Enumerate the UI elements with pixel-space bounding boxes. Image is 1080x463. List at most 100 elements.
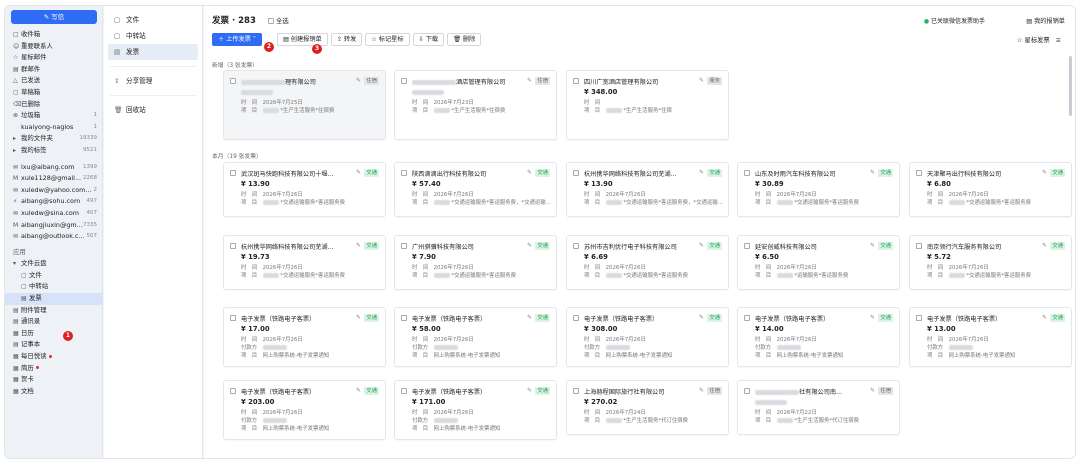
mailbox-item[interactable]: ⊗ 垃圾箱 1	[5, 110, 103, 122]
invoice-card[interactable]: 电子发票（铁路电子客票） ¥ 17.00 ✎ 交通时 间 2026年7月26日 付款方 …	[223, 307, 386, 367]
note-icon[interactable]: ✎	[356, 169, 361, 176]
invoice-card[interactable]: 电子发票（铁路电子客票） ¥ 308.00 ✎ 交通时 间 2026年7月26日 付款方…	[566, 307, 729, 367]
create-reimbursement-button[interactable]: ▤ 创建报销单	[276, 33, 328, 46]
note-icon[interactable]: ✎	[1042, 242, 1047, 249]
invoice-card[interactable]: 电子发票（铁路电子客票） ¥ 58.00 ✎ 交通时 间 2026年7月26日 付款方 …	[394, 307, 557, 367]
write-button[interactable]: ✎ 写信	[11, 10, 97, 24]
mailbox-item[interactable]: ⌫已删除	[5, 99, 103, 111]
my-reimbursement[interactable]: ▤ 我的报销单	[1026, 16, 1065, 25]
mailbox-item[interactable]: ⚡ aibang@sohu.com 497	[5, 196, 103, 208]
invoice-checkbox[interactable]	[573, 315, 579, 321]
invoice-checkbox[interactable]	[401, 170, 407, 176]
app-item[interactable]: ▦ 每日悦读	[5, 351, 103, 363]
invoice-card[interactable]: 电子发票（铁路电子客票） ¥ 171.00 ✎ 交通时 间 2026年7月26日 付款方…	[394, 380, 557, 440]
app-item[interactable]: ▦ 文档	[5, 386, 103, 398]
invoice-checkbox[interactable]	[916, 243, 922, 249]
note-icon[interactable]: ✎	[699, 242, 704, 249]
delete-button[interactable]: 🗑 删除	[447, 33, 482, 46]
note-icon[interactable]: ✎	[527, 242, 532, 249]
invoice-card[interactable]: 天津聚马出行科技有限公司 ¥ 6.80 ✎ 交通时 间 2026年7月26日项 目 *…	[909, 162, 1072, 217]
mailbox-item[interactable]: ✉ aibang@outlook.c... 507	[5, 231, 103, 243]
app-item[interactable]: ▤ 通讯录	[5, 316, 103, 328]
app-item[interactable]: ▢ 文件	[5, 270, 103, 282]
note-icon[interactable]: ✎	[527, 314, 532, 321]
upload-invoice-button[interactable]: ＋ 上传发票 ˅	[212, 33, 262, 46]
note-icon[interactable]: ✎	[870, 169, 875, 176]
mailbox-item[interactable]: △ 已发送	[5, 75, 103, 87]
invoice-card[interactable]: 四川广宽酒店管理有限公司 ¥ 348.00 ✎ 服务时 间 项 目 *生产生活服务*住…	[566, 70, 729, 140]
invoice-checkbox[interactable]	[916, 315, 922, 321]
invoice-checkbox[interactable]	[744, 243, 750, 249]
note-icon[interactable]: ✎	[527, 387, 532, 394]
mailbox-item[interactable]: ▸ 我的标签 9521	[5, 145, 103, 157]
invoice-card[interactable]: 上海赫程国际旅行社有限公司 ¥ 270.02 ✎ 住宿时 间 2026年7月24日项 …	[566, 380, 729, 435]
invoice-card[interactable]: 杭州携华网络科技有限公司芜湖... ¥ 19.73 ✎ 交通时 间 2026年7月26…	[223, 235, 386, 290]
mailbox-item[interactable]: ☆ 星标邮件	[5, 52, 103, 64]
download-button[interactable]: ⇩ 下载	[412, 33, 445, 46]
invoice-card[interactable]: 苏州市吉利优行电子科技有限公司 ¥ 6.69 ✎ 交通时 间 2026年7月26日项 …	[566, 235, 729, 290]
mailbox-item[interactable]: ✉ xuledw@yahoo.com... 2	[5, 185, 103, 197]
invoice-checkbox[interactable]	[573, 78, 579, 84]
forward-button[interactable]: ⇪ 转发	[330, 33, 363, 46]
share-management[interactable]: ⇪ 分享管理	[104, 73, 202, 89]
invoice-checkbox[interactable]	[744, 388, 750, 394]
invoice-card[interactable]: 广州骐骥科技有限公司 ¥ 7.90 ✎ 交通时 间 2026年7月26日项 目 *交通…	[394, 235, 557, 290]
invoice-card[interactable]: 电子发票（铁路电子客票） ¥ 203.00 ✎ 交通时 间 2026年7月26日 付款方…	[223, 380, 386, 440]
note-icon[interactable]: ✎	[356, 387, 361, 394]
invoice-checkbox[interactable]	[573, 170, 579, 176]
star-filter[interactable]: ☆ 星标发票 ≡	[1017, 35, 1061, 44]
invoice-checkbox[interactable]	[573, 388, 579, 394]
star-button[interactable]: ☆ 标记星标	[365, 33, 410, 46]
invoice-card[interactable]: 延安创威科技有限公司 ¥ 6.50 ✎ 交通时 间 2026年7月26日项 目 *运输…	[737, 235, 900, 290]
invoice-checkbox[interactable]	[230, 170, 236, 176]
app-item[interactable]: ▤ 附件管理	[5, 305, 103, 317]
invoice-checkbox[interactable]	[401, 388, 407, 394]
invoice-checkbox[interactable]	[230, 388, 236, 394]
invoice-checkbox[interactable]	[573, 243, 579, 249]
app-item[interactable]: ▾ 文件云盘	[5, 258, 103, 270]
file-nav-item[interactable]: ▤ 发票	[108, 44, 198, 60]
note-icon[interactable]: ✎	[870, 242, 875, 249]
app-item[interactable]: ▦ 简历	[5, 363, 103, 375]
note-icon[interactable]: ✎	[1042, 169, 1047, 176]
recycle-bin[interactable]: 🗑 回收站	[104, 102, 202, 118]
mailbox-item[interactable]: Maibangjiuxin@gm... 7335	[5, 220, 103, 232]
invoice-checkbox[interactable]	[401, 243, 407, 249]
invoice-checkbox[interactable]	[230, 78, 236, 84]
note-icon[interactable]: ✎	[356, 242, 361, 249]
note-icon[interactable]: ✎	[699, 314, 704, 321]
invoice-card[interactable]: 电子发票（铁路电子客票） ¥ 14.00 ✎ 交通时 间 2026年7月26日 付款方 …	[737, 307, 900, 367]
app-item[interactable]: ▦ 贺卡	[5, 374, 103, 386]
invoice-checkbox[interactable]	[744, 170, 750, 176]
mailbox-item[interactable]: ✉ xuledw@sina.com 407	[5, 208, 103, 220]
mailbox-item[interactable]: Mxule1128@gmail... 2268	[5, 173, 103, 185]
app-item[interactable]: ▦ 日历	[5, 328, 103, 340]
note-icon[interactable]: ✎	[1042, 314, 1047, 321]
invoice-card[interactable]: 南京领行汽车服务有限公司 ¥ 5.72 ✎ 交通时 间 2026年7月26日项 目 *…	[909, 235, 1072, 290]
mailbox-item[interactable]: ▤ 群邮件	[5, 64, 103, 76]
invoice-checkbox[interactable]	[744, 315, 750, 321]
mailbox-item[interactable]: ▸ 我的文件夹 19339	[5, 133, 103, 145]
note-icon[interactable]: ✎	[870, 314, 875, 321]
wechat-link[interactable]: ● 已关联微信发票助手	[924, 16, 985, 25]
file-nav-item[interactable]: ▢ 文件	[104, 12, 202, 28]
invoice-checkbox[interactable]	[401, 315, 407, 321]
mailbox-item[interactable]: kuaiyong-nagios 1	[5, 122, 103, 134]
note-icon[interactable]: ✎	[870, 387, 875, 394]
invoice-checkbox[interactable]	[916, 170, 922, 176]
invoice-card[interactable]: 杭州携华网络科技有限公司芜湖... ¥ 13.90 ✎ 交通时 间 2026年7月26…	[566, 162, 729, 217]
invoice-card[interactable]: 酒店管理有限公司 ✎ 住宿时 间 2026年7月23日项 目 *生产生活服务*住宿费	[394, 70, 557, 140]
file-nav-item[interactable]: ▢ 中转站	[104, 28, 202, 44]
invoice-checkbox[interactable]	[401, 78, 407, 84]
select-all-checkbox[interactable]	[268, 18, 274, 24]
app-item[interactable]: ▤ 发票	[5, 293, 103, 305]
invoice-checkbox[interactable]	[230, 243, 236, 249]
note-icon[interactable]: ✎	[699, 77, 704, 84]
app-item[interactable]: ▤ 记事本	[5, 339, 103, 351]
invoice-card[interactable]: 社有限公司南... ✎ 住宿时 间 2026年7月22日项 目 *生产生活服务*代订…	[737, 380, 900, 435]
app-item[interactable]: ▢ 中转站	[5, 281, 103, 293]
mailbox-item[interactable]: ☺ 重要联系人	[5, 41, 103, 53]
invoice-card[interactable]: 武汉斑马快跑科技有限公司十堰... ¥ 13.90 ✎ 交通时 间 2026年7月26…	[223, 162, 386, 217]
invoice-card[interactable]: 陕西滴滴出行科技有限公司 ¥ 57.40 ✎ 交通时 间 2026年7月26日项 目 …	[394, 162, 557, 217]
mailbox-item[interactable]: ✉ lxu@aibang.com 1399	[5, 162, 103, 174]
